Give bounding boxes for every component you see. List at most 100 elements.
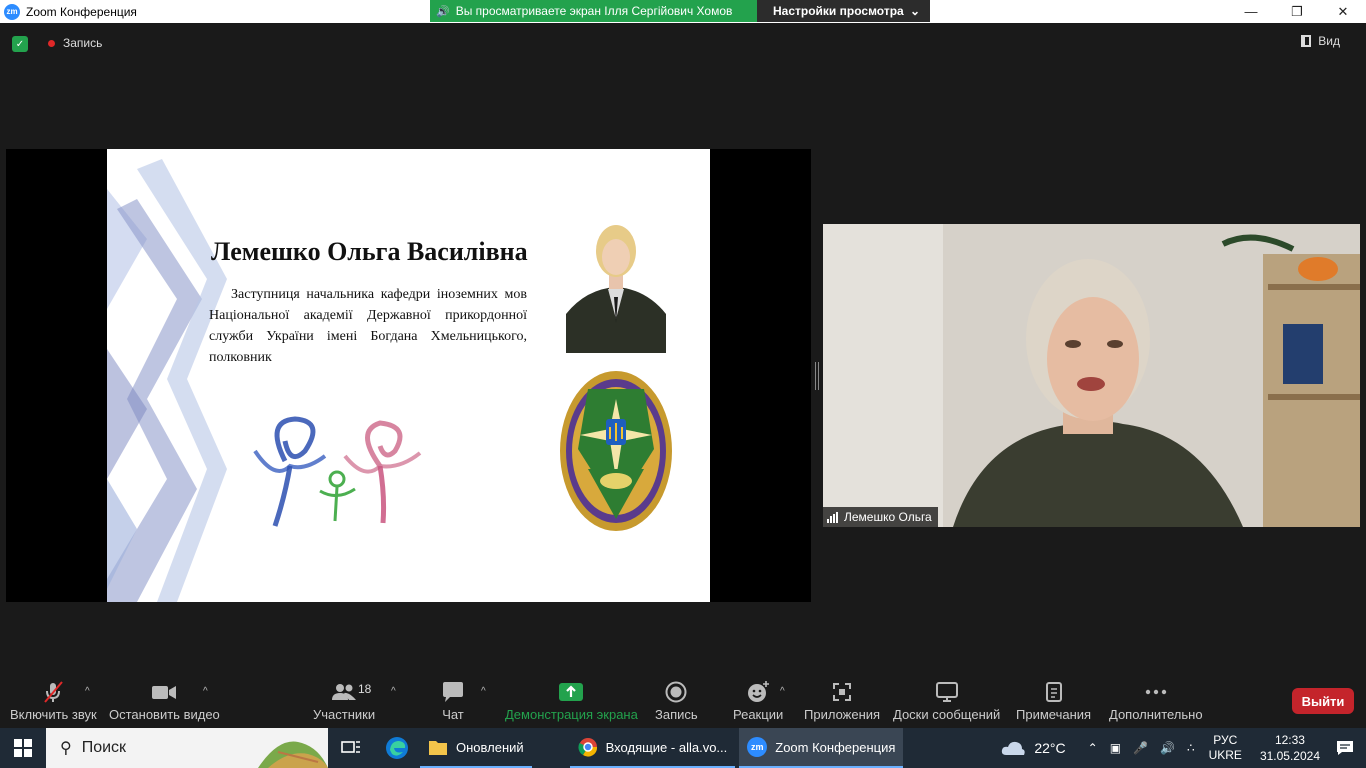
edge-browser-icon[interactable] xyxy=(374,728,420,768)
viewing-text: Вы просматриваете экран Ілля Сергійович … xyxy=(455,4,733,18)
taskbar-app-chrome[interactable]: Входящие - alla.vo... xyxy=(569,728,736,768)
recording-indicator[interactable]: Запись xyxy=(40,33,102,53)
apps-icon xyxy=(831,680,853,704)
panel-splitter-handle[interactable] xyxy=(815,362,819,390)
zoom-window: zm Zoom Конференция — ❐ ✕ 🔊 Вы просматри… xyxy=(0,0,1366,768)
video-frame xyxy=(823,224,1360,527)
presentation-slide: Лемешко Ольга Василівна Заступниця начал… xyxy=(107,149,710,602)
participant-name-tag: Лемешко Ольга xyxy=(823,507,938,527)
whiteboards-button[interactable]: Доски сообщений xyxy=(893,680,1000,722)
shield-icon[interactable]: ✓ xyxy=(12,36,28,52)
windows-taskbar: ⚲ Поиск Оновлений Входящие - alla.vo... xyxy=(0,728,1366,768)
slide-description: Заступниця начальника кафедри іноземних … xyxy=(209,287,527,365)
speaker-icon: 🔊 xyxy=(436,5,450,18)
view-button[interactable]: Вид xyxy=(1301,34,1340,48)
meet-now-icon[interactable]: ▣ xyxy=(1110,741,1121,755)
participants-count: 18 xyxy=(358,682,372,696)
unmute-label: Включить звук xyxy=(10,707,97,722)
clock-time: 12:33 xyxy=(1274,733,1305,747)
academy-emblem xyxy=(560,371,672,531)
participants-icon xyxy=(330,680,358,704)
windows-start-icon[interactable] xyxy=(0,728,46,768)
microphone-muted-icon xyxy=(41,680,65,704)
whiteboards-label: Доски сообщений xyxy=(893,707,1001,722)
taskbar-app-folder[interactable]: Оновлений xyxy=(420,728,532,768)
viewing-indicator: 🔊 Вы просматриваете экран Ілля Сергійови… xyxy=(430,0,757,22)
language-code: РУС xyxy=(1213,733,1238,747)
weather-widget[interactable]: 22°C xyxy=(1000,739,1066,757)
zoom-icon: zm xyxy=(747,737,768,757)
weather-temperature: 22°C xyxy=(1034,740,1066,756)
more-label: Дополнительно xyxy=(1109,707,1203,722)
share-banner: 🔊 Вы просматриваете экран Ілля Сергійови… xyxy=(430,0,930,22)
leave-meeting-button[interactable]: Выйти xyxy=(1292,688,1354,714)
view-options-button[interactable]: Настройки просмотра ⌄ xyxy=(757,0,930,22)
video-options-caret-icon[interactable]: ^ xyxy=(203,686,208,697)
participants-options-caret-icon[interactable]: ^ xyxy=(391,686,396,697)
notes-button[interactable]: Примечания xyxy=(1016,680,1091,722)
taskbar-search-box[interactable]: ⚲ Поиск xyxy=(46,728,328,768)
input-language[interactable]: РУС UKRE xyxy=(1209,733,1242,763)
people-logo xyxy=(253,416,422,527)
chat-bubble-icon xyxy=(441,680,465,704)
notes-icon xyxy=(1044,680,1064,704)
share-screen-label: Демонстрация экрана xyxy=(505,707,638,722)
shared-screen: Лемешко Ольга Василівна Заступниця начал… xyxy=(6,149,811,602)
record-icon xyxy=(665,680,687,704)
video-camera-icon xyxy=(151,680,177,704)
notes-label: Примечания xyxy=(1016,707,1092,722)
record-label: Запись xyxy=(655,707,698,722)
whiteboard-icon xyxy=(935,680,959,704)
taskbar-app-label: Входящие - alla.vo... xyxy=(605,739,728,755)
more-button[interactable]: Дополнительно xyxy=(1109,680,1203,722)
volume-icon[interactable]: 🔊 xyxy=(1160,741,1175,755)
participant-video[interactable]: Лемешко Ольга xyxy=(823,224,1360,527)
window-title: Zoom Конференция xyxy=(26,4,137,19)
cloud-icon xyxy=(1002,741,1026,755)
keyboard-layout: UKRE xyxy=(1208,748,1242,762)
view-options-label: Настройки просмотра xyxy=(773,4,904,18)
signal-strength-icon xyxy=(827,511,839,523)
search-placeholder: Поиск xyxy=(81,739,127,756)
taskbar-app-label: Оновлений xyxy=(456,739,524,755)
unmute-button[interactable]: Включить звук xyxy=(10,680,97,722)
search-icon: ⚲ xyxy=(60,740,72,757)
ribbon-decoration xyxy=(107,159,227,602)
network-icon[interactable]: ∴ xyxy=(1187,741,1195,755)
zoom-app-icon: zm xyxy=(4,3,20,20)
stop-video-label: Остановить видео xyxy=(109,707,220,722)
apps-label: Приложения xyxy=(804,707,881,722)
more-dots-icon xyxy=(1144,680,1168,704)
search-highlight-illustration xyxy=(258,741,328,768)
system-tray: 22°C ⌃ ▣ 🎤 🔊 ∴ РУС UKRE 12:33 31.05.2024 xyxy=(1000,728,1366,768)
taskbar-app-label: Zoom Конференция xyxy=(775,739,896,755)
audio-options-caret-icon[interactable]: ^ xyxy=(85,686,90,697)
slide-title: Лемешко Ольга Василівна xyxy=(211,237,528,266)
notifications-icon[interactable] xyxy=(1330,740,1360,756)
reactions-label: Реакции xyxy=(733,707,784,722)
portrait-photo xyxy=(566,219,666,353)
taskbar-app-zoom[interactable]: zm Zoom Конференция xyxy=(739,728,904,768)
chat-button[interactable]: Чат xyxy=(441,680,465,722)
minimize-icon[interactable]: — xyxy=(1228,0,1274,23)
apps-button[interactable]: Приложения xyxy=(804,680,880,722)
participants-label: Участники xyxy=(313,707,376,722)
task-view-icon[interactable] xyxy=(328,728,374,768)
view-label: Вид xyxy=(1318,34,1340,48)
reactions-options-caret-icon[interactable]: ^ xyxy=(780,686,785,697)
reactions-button[interactable]: Реакции xyxy=(733,680,783,722)
window-controls: — ❐ ✕ xyxy=(1228,0,1366,23)
recording-label: Запись xyxy=(63,36,103,50)
record-button[interactable]: Запись xyxy=(655,680,698,722)
microphone-icon[interactable]: 🎤 xyxy=(1133,741,1148,755)
record-dot-icon xyxy=(48,39,55,47)
close-icon[interactable]: ✕ xyxy=(1320,0,1366,23)
chat-options-caret-icon[interactable]: ^ xyxy=(481,686,486,697)
share-screen-button[interactable]: Демонстрация экрана xyxy=(505,680,638,722)
chrome-icon xyxy=(578,737,598,757)
taskbar-clock[interactable]: 12:33 31.05.2024 xyxy=(1260,732,1320,764)
restore-icon[interactable]: ❐ xyxy=(1274,0,1320,23)
chevron-down-icon: ⌄ xyxy=(909,4,920,18)
participant-name: Лемешко Ольга xyxy=(844,510,932,524)
chevron-up-icon[interactable]: ⌃ xyxy=(1088,741,1098,755)
